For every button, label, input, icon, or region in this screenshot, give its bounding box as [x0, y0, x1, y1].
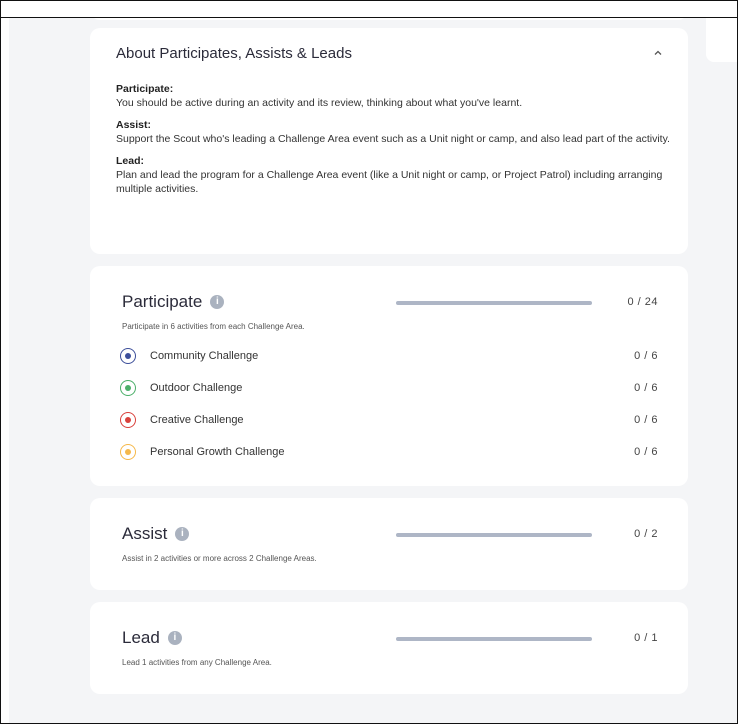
about-title[interactable]: About Participates, Assists & Leads — [116, 45, 352, 62]
participate-subtitle: Participate in 6 activities from each Ch… — [122, 322, 305, 331]
challenge-count: 0 / 6 — [634, 446, 658, 458]
about-term-lead: Lead: — [116, 155, 145, 167]
lead-count: 0 / 1 — [634, 632, 658, 644]
personal-growth-icon — [120, 444, 136, 460]
participate-count: 0 / 24 — [627, 296, 658, 308]
challenge-row-community[interactable]: Community Challenge 0 / 6 — [120, 347, 658, 365]
info-icon[interactable]: i — [175, 527, 190, 541]
assist-progress-bar — [396, 533, 592, 537]
assist-card: Assist i 0 / 2 Assist in 2 activities or… — [90, 498, 688, 590]
info-icon[interactable]: i — [167, 631, 182, 645]
lead-title-row: Lead i — [122, 628, 182, 648]
about-desc-lead: Plan and lead the program for a Challeng… — [116, 169, 663, 195]
assist-title-row: Assist i — [122, 524, 190, 544]
participate-title-row: Participate i — [122, 292, 225, 312]
challenge-label: Personal Growth Challenge — [150, 446, 285, 458]
about-desc-assist: Support the Scout who's leading a Challe… — [116, 133, 670, 145]
assist-count: 0 / 2 — [634, 528, 658, 540]
previous-card — [90, 18, 688, 20]
about-term-assist: Assist: — [116, 119, 152, 131]
community-icon — [120, 348, 136, 364]
participate-title: Participate — [122, 292, 203, 311]
challenge-label: Outdoor Challenge — [150, 382, 243, 394]
lead-progress-bar — [396, 637, 592, 641]
lead-subtitle: Lead 1 activities from any Challenge Are… — [122, 658, 272, 667]
about-card: About Participates, Assists & Leads Part… — [90, 28, 688, 254]
challenge-label: Community Challenge — [150, 350, 259, 362]
about-desc-participate: You should be active during an activity … — [116, 97, 523, 109]
challenge-row-creative[interactable]: Creative Challenge 0 / 6 — [120, 411, 658, 429]
assist-subtitle: Assist in 2 activities or more across 2 … — [122, 554, 317, 563]
challenge-count: 0 / 6 — [634, 414, 658, 426]
participate-progress-bar — [396, 301, 592, 305]
outdoor-icon — [120, 380, 136, 396]
creative-icon — [120, 412, 136, 428]
challenge-row-personal-growth[interactable]: Personal Growth Challenge 0 / 6 — [120, 443, 658, 461]
about-body: Participate: You should be active during… — [116, 82, 676, 204]
challenge-row-outdoor[interactable]: Outdoor Challenge 0 / 6 — [120, 379, 658, 397]
top-edge — [1, 1, 737, 18]
lead-card: Lead i 0 / 1 Lead 1 activities from any … — [90, 602, 688, 694]
info-icon[interactable]: i — [210, 295, 225, 309]
chevron-up-icon[interactable] — [652, 47, 664, 59]
challenge-count: 0 / 6 — [634, 350, 658, 362]
window-frame: About Participates, Assists & Leads Part… — [0, 0, 738, 724]
assist-title: Assist — [122, 524, 168, 543]
content-area[interactable]: About Participates, Assists & Leads Part… — [9, 18, 737, 723]
challenge-label: Creative Challenge — [150, 414, 244, 426]
challenge-count: 0 / 6 — [634, 382, 658, 394]
side-panel-tab — [706, 18, 737, 62]
participate-card: Participate i 0 / 24 Participate in 6 ac… — [90, 266, 688, 486]
about-term-participate: Participate: — [116, 83, 174, 95]
lead-title: Lead — [122, 628, 160, 647]
